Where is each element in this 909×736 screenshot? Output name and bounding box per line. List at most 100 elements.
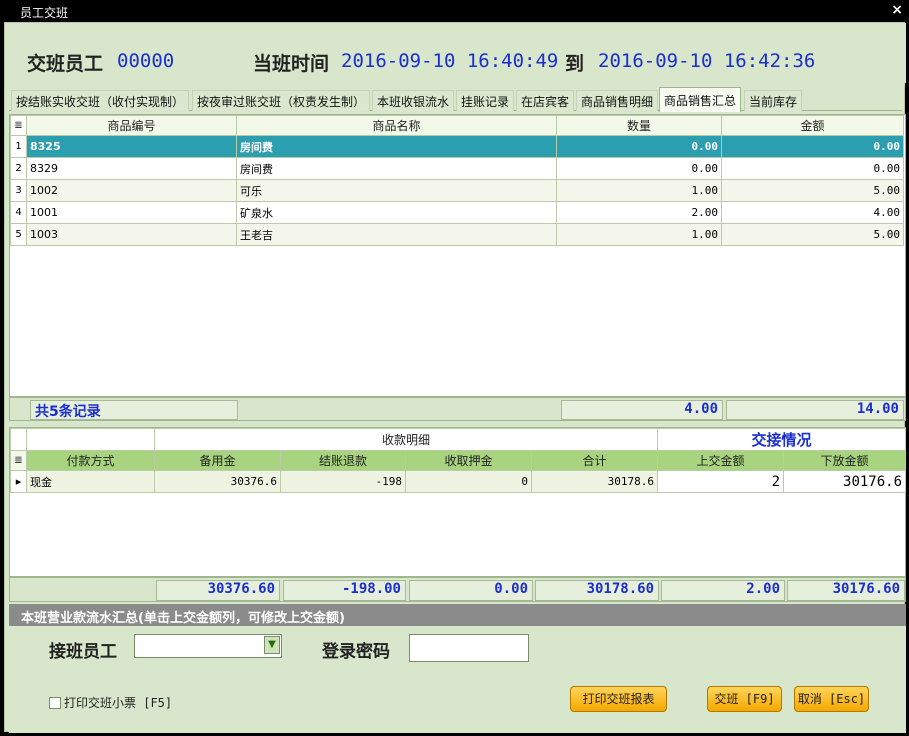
col-header-reserve[interactable]: 备用金 <box>154 450 281 471</box>
row-number: 3 <box>10 179 27 202</box>
goods-summary-grid: ≣ 商品编号 商品名称 数量 金额 1 8325 房间费 0.00 0.00 2 <box>9 114 906 397</box>
handover-form: 接班员工 ▼ 登录密码 打印交班小票 [F5] 打印交班报表 交班 [F9] 取… <box>9 626 906 733</box>
col-header-amount[interactable]: 金额 <box>721 115 904 136</box>
tab-credit-records[interactable]: 挂账记录 <box>456 90 515 111</box>
cell-amount[interactable]: 0.00 <box>721 135 904 158</box>
cell-qty[interactable]: 0.00 <box>556 135 722 158</box>
qty-total: 4.00 <box>561 400 723 420</box>
cell-qty[interactable]: 1.00 <box>556 223 722 246</box>
payment-group-header: 收款明细 <box>153 428 659 451</box>
print-receipt-checkbox[interactable] <box>49 696 61 709</box>
grid-menu-icon[interactable]: ≣ <box>10 450 27 471</box>
cell-handed[interactable]: 2 <box>657 470 785 493</box>
tab-cash-basis[interactable]: 按结账实收交班（收付实现制） <box>11 90 190 111</box>
start-time: 2016-09-10 16:40:49 <box>341 50 559 72</box>
chevron-down-icon[interactable]: ▼ <box>264 636 280 654</box>
row-number: 2 <box>10 157 27 180</box>
cell-deposit[interactable]: 0 <box>405 470 532 493</box>
cell-total[interactable]: 30178.6 <box>530 470 659 493</box>
reserve-total: 30376.60 <box>156 580 280 601</box>
amount-total: 14.00 <box>726 400 904 420</box>
cell-amount[interactable]: 4.00 <box>721 201 904 224</box>
row-number: 5 <box>10 223 27 246</box>
record-count: 共5条记录 <box>30 400 238 420</box>
col-header-deposit[interactable]: 收取押金 <box>405 450 532 471</box>
table-row[interactable]: 4 1001 矿泉水 2.00 4.00 <box>10 201 904 224</box>
cell-name[interactable]: 矿泉水 <box>236 201 557 224</box>
cell-name[interactable]: 房间费 <box>236 157 557 180</box>
payment-grid: 收款明细 交接情况 ≣ 付款方式 备用金 结账退款 收取押金 合计 上交金额 下… <box>9 427 907 577</box>
payment-footer: 30376.60 -198.00 0.00 30178.60 2.00 3017… <box>9 577 906 602</box>
print-report-button[interactable]: 打印交班报表 <box>570 686 667 712</box>
cell-code[interactable]: 1003 <box>26 223 237 246</box>
cell-code[interactable]: 8329 <box>26 157 237 180</box>
table-row[interactable]: 3 1002 可乐 1.00 5.00 <box>10 179 904 202</box>
col-header-handed[interactable]: 上交金额 <box>657 450 785 471</box>
table-row[interactable]: 5 1003 王老吉 1.00 5.00 <box>10 223 904 246</box>
tab-in-house-guests[interactable]: 在店宾客 <box>516 90 575 111</box>
col-header-name[interactable]: 商品名称 <box>236 115 557 136</box>
deposit-total: 0.00 <box>409 580 533 601</box>
summary-bar: 本班营业款流水汇总(单击上交金额列，可修改上交金额) <box>9 604 906 626</box>
handover-window: 交班员工 00000 当班时间 2016-09-10 16:40:49 到 20… <box>4 22 907 733</box>
cell-left[interactable]: 30176.6 <box>783 470 907 493</box>
row-pointer-icon: ▸ <box>10 470 27 493</box>
staff-label: 交班员工 <box>27 53 104 75</box>
to-label: 到 <box>565 53 585 75</box>
table-row[interactable]: 2 8329 房间费 0.00 0.00 <box>10 157 904 180</box>
password-field[interactable] <box>409 634 529 662</box>
row-number: 4 <box>10 201 27 224</box>
col-header-refund[interactable]: 结账退款 <box>280 450 406 471</box>
table-row[interactable]: ▸ 现金 30376.6 -198 0 30178.6 2 30176.6 <box>10 470 907 493</box>
tab-current-stock[interactable]: 当前库存 <box>744 90 803 111</box>
header-panel: 交班员工 00000 当班时间 2016-09-10 16:40:49 到 20… <box>5 23 906 83</box>
cell-refund[interactable]: -198 <box>280 470 406 493</box>
cell-qty[interactable]: 0.00 <box>556 157 722 180</box>
cancel-button[interactable]: 取消 [Esc] <box>794 686 869 712</box>
cell-code[interactable]: 1002 <box>26 179 237 202</box>
handover-group-header: 交接情况 <box>657 428 907 451</box>
tab-sales-summary[interactable]: 商品销售汇总 <box>659 87 742 112</box>
tab-bar: 按结账实收交班（收付实现制） 按夜审过账交班（权责发生制） 本班收银流水 挂账记… <box>9 87 902 112</box>
tab-sales-detail[interactable]: 商品销售明细 <box>576 90 659 111</box>
goods-summary-footer: 共5条记录 4.00 14.00 <box>9 397 906 421</box>
cell-name[interactable]: 房间费 <box>236 135 557 158</box>
cell-name[interactable]: 可乐 <box>236 179 557 202</box>
cell-code[interactable]: 8325 <box>26 135 237 158</box>
receiver-select[interactable]: ▼ <box>134 634 282 658</box>
cell-qty[interactable]: 1.00 <box>556 179 722 202</box>
refund-total: -198.00 <box>283 580 406 601</box>
col-header-left[interactable]: 下放金额 <box>783 450 907 471</box>
receiver-label: 接班员工 <box>49 642 117 662</box>
window-titlebar: 员工交班 × <box>0 0 909 22</box>
cell-code[interactable]: 1001 <box>26 201 237 224</box>
cell-name[interactable]: 王老吉 <box>236 223 557 246</box>
row-number: 1 <box>10 135 27 158</box>
tab-accrual-basis[interactable]: 按夜审过账交班（权责发生制） <box>192 90 371 111</box>
cell-qty[interactable]: 2.00 <box>556 201 722 224</box>
cell-amount[interactable]: 5.00 <box>721 223 904 246</box>
cell-reserve[interactable]: 30376.6 <box>154 470 281 493</box>
left-total: 30176.60 <box>787 580 905 601</box>
time-label: 当班时间 <box>253 53 330 75</box>
col-header-method[interactable]: 付款方式 <box>26 450 155 471</box>
col-header-code[interactable]: 商品编号 <box>26 115 237 136</box>
grid-menu-icon[interactable]: ≣ <box>10 115 27 136</box>
cell-method[interactable]: 现金 <box>26 470 155 493</box>
close-icon[interactable]: × <box>891 2 903 18</box>
col-header-total[interactable]: 合计 <box>530 450 659 471</box>
window-title: 员工交班 <box>20 6 69 20</box>
password-label: 登录密码 <box>322 642 390 662</box>
print-receipt-option[interactable]: 打印交班小票 [F5] <box>49 694 172 711</box>
handover-button[interactable]: 交班 [F9] <box>707 686 782 712</box>
end-time: 2016-09-10 16:42:36 <box>598 50 816 72</box>
cell-amount[interactable]: 0.00 <box>721 157 904 180</box>
grand-total: 30178.60 <box>535 580 659 601</box>
tab-cashier-flow[interactable]: 本班收银流水 <box>372 90 455 111</box>
table-row[interactable]: 1 8325 房间费 0.00 0.00 <box>10 135 904 158</box>
col-header-qty[interactable]: 数量 <box>556 115 722 136</box>
staff-id: 00000 <box>117 50 175 72</box>
handed-total: 2.00 <box>661 580 785 601</box>
print-receipt-label: 打印交班小票 [F5] <box>64 696 173 710</box>
cell-amount[interactable]: 5.00 <box>721 179 904 202</box>
